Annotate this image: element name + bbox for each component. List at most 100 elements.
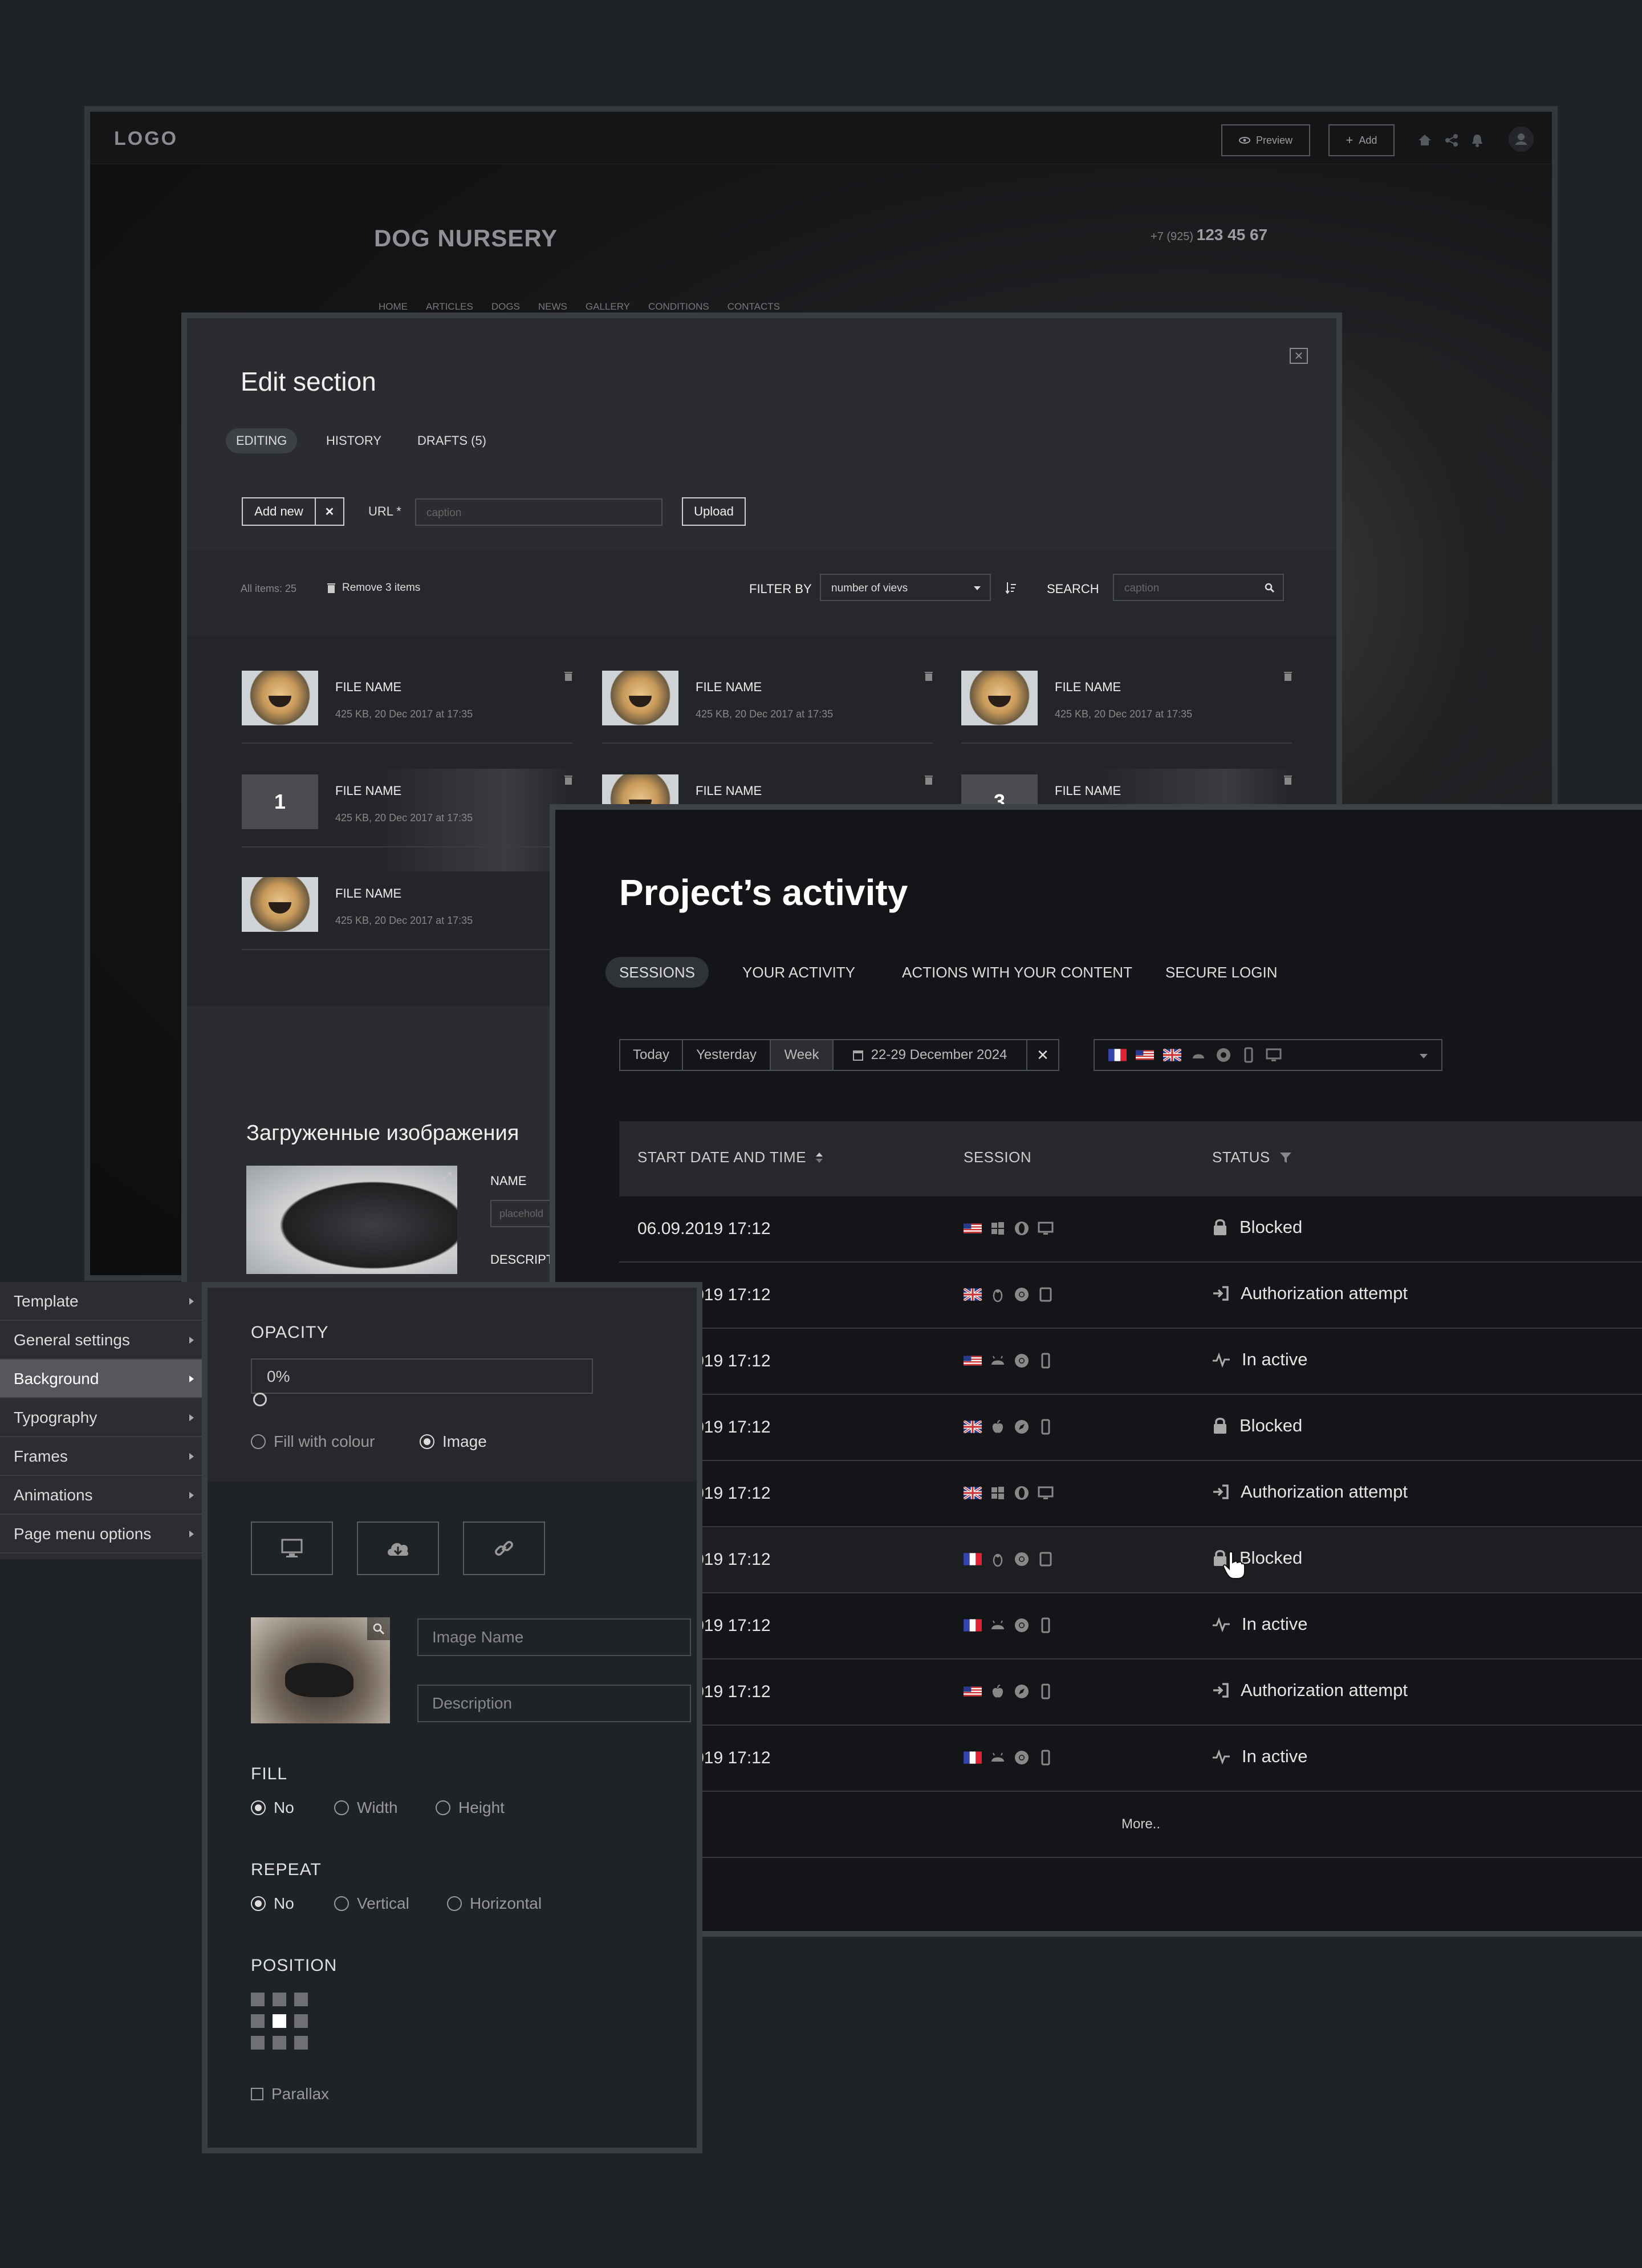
position-center[interactable] [273, 2014, 286, 2028]
filter-select[interactable]: number of vievs [820, 574, 991, 601]
repeat-no-radio[interactable]: No [251, 1894, 294, 1913]
tab-sessions[interactable]: SESSIONS [605, 957, 709, 988]
table-row[interactable]: 06.09.2019 17:12 Authorization attempt [619, 1263, 1642, 1329]
menu-item-template[interactable]: Template [0, 1282, 210, 1321]
tab-editing[interactable]: EDITING [226, 428, 298, 453]
fill-width-radio[interactable]: Width [334, 1799, 398, 1817]
file-card-selected[interactable]: 1 FILE NAME 425 KB, 20 Dec 2017 at 17:35 [242, 769, 572, 871]
nav-conditions[interactable]: CONDITIONS [648, 301, 709, 313]
chevron-right-icon [189, 1414, 194, 1421]
upload-button[interactable]: Upload [682, 497, 746, 526]
clear-date-icon[interactable]: ✕ [1026, 1039, 1059, 1071]
bell-icon[interactable] [1471, 133, 1484, 147]
session-filter-select[interactable] [1094, 1039, 1442, 1071]
url-input[interactable]: caption [415, 498, 663, 526]
position-middle-right[interactable] [294, 2014, 308, 2028]
menu-item-animations[interactable]: Animations [0, 1476, 210, 1515]
trash-icon[interactable] [925, 672, 933, 681]
table-row[interactable]: 06.09.2019 17:12 In active [619, 1329, 1642, 1395]
fill-height-radio[interactable]: Height [436, 1799, 505, 1817]
yesterday-button[interactable]: Yesterday [682, 1039, 770, 1071]
nav-dogs[interactable]: DOGS [491, 301, 520, 313]
tab-secure-login[interactable]: SECURE LOGIN [1152, 957, 1291, 988]
opacity-slider-handle[interactable] [253, 1393, 267, 1406]
cloud-upload-button[interactable] [357, 1522, 439, 1575]
week-button[interactable]: Week [770, 1039, 832, 1071]
position-top-left[interactable] [251, 1993, 265, 2006]
menu-item-typography[interactable]: Typography [0, 1398, 210, 1437]
home-icon[interactable] [1417, 133, 1432, 147]
nav-gallery[interactable]: GALLERY [586, 301, 630, 313]
column-session[interactable]: SESSION [964, 1149, 1031, 1166]
trash-icon[interactable] [1284, 776, 1292, 785]
parallax-checkbox[interactable]: Parallax [251, 2085, 329, 2103]
position-bottom-center[interactable] [273, 2036, 286, 2050]
trash-icon[interactable] [925, 776, 933, 785]
column-status[interactable]: STATUS [1212, 1149, 1292, 1166]
position-bottom-right[interactable] [294, 2036, 308, 2050]
nav-news[interactable]: NEWS [538, 301, 567, 313]
desktop-image-button[interactable] [251, 1522, 333, 1575]
column-start-date-label: START DATE AND TIME [637, 1149, 807, 1166]
description-input[interactable]: Description [417, 1685, 691, 1722]
expand-icon[interactable]: ⤢ [442, 1170, 452, 1183]
position-top-right[interactable] [294, 1993, 308, 2006]
menu-item-background[interactable]: Background [0, 1360, 210, 1398]
date-range-picker[interactable]: 22-29 December 2024 [832, 1039, 1026, 1071]
tab-history[interactable]: HISTORY [316, 428, 392, 453]
image-radio[interactable]: Image [420, 1433, 487, 1451]
chrome-icon [1015, 1552, 1029, 1566]
menu-item-page-menu-options[interactable]: Page menu options [0, 1515, 210, 1553]
image-name-input[interactable]: Image Name [417, 1618, 691, 1656]
table-row[interactable]: 06.09.2019 17:12 Authorization attempt [619, 1660, 1642, 1726]
clear-icon[interactable]: ✕ [316, 498, 343, 525]
table-row[interactable]: 06.09.2019 17:12 In active [619, 1726, 1642, 1792]
add-new-button[interactable]: Add new [243, 498, 316, 525]
table-row[interactable]: 06.09.2019 17:12 In active [619, 1593, 1642, 1660]
file-card[interactable]: FILE NAME 425 KB, 20 Dec 2017 at 17:35 [961, 665, 1292, 768]
menu-item-frames[interactable]: Frames [0, 1437, 210, 1476]
file-card[interactable]: FILE NAME 425 KB, 20 Dec 2017 at 17:35 [602, 665, 933, 768]
add-button[interactable]: + Add [1328, 124, 1395, 156]
tab-your-activity[interactable]: YOUR ACTIVITY [729, 957, 869, 988]
avatar[interactable] [1509, 127, 1534, 152]
zoom-icon[interactable] [367, 1617, 390, 1640]
fill-no-radio[interactable]: No [251, 1799, 294, 1817]
session-info [964, 1683, 1054, 1699]
name-input[interactable]: placehold [490, 1200, 559, 1227]
table-row[interactable]: 06.09.2019 17:12 Authorization attempt [619, 1461, 1642, 1527]
close-icon[interactable]: ✕ [1290, 348, 1308, 364]
menu-item-general-settings[interactable]: General settings [0, 1321, 210, 1360]
nav-articles[interactable]: ARTICLES [426, 301, 473, 313]
link-image-button[interactable] [463, 1522, 545, 1575]
position-middle-left[interactable] [251, 2014, 265, 2028]
position-bottom-left[interactable] [251, 2036, 265, 2050]
table-row[interactable]: 06.09.2019 17:12 Blocked [619, 1527, 1642, 1593]
file-card[interactable]: FILE NAME 425 KB, 20 Dec 2017 at 17:35 [242, 871, 572, 974]
trash-icon[interactable] [564, 776, 572, 785]
today-button[interactable]: Today [619, 1039, 682, 1071]
france-flag-icon [964, 1751, 982, 1764]
opacity-input[interactable]: 0% [251, 1358, 593, 1394]
table-row[interactable]: 06.09.2019 17:12 Blocked [619, 1196, 1642, 1263]
repeat-vertical-radio[interactable]: Vertical [334, 1894, 409, 1913]
file-meta: 425 KB, 20 Dec 2017 at 17:35 [335, 708, 473, 720]
trash-icon[interactable] [1284, 672, 1292, 681]
preview-button[interactable]: Preview [1221, 124, 1310, 156]
position-top-center[interactable] [273, 1993, 286, 2006]
nav-contacts[interactable]: CONTACTS [727, 301, 780, 313]
tab-actions-content[interactable]: ACTIONS WITH YOUR CONTENT [888, 957, 1146, 988]
search-input[interactable]: caption [1113, 574, 1284, 601]
nav-home[interactable]: HOME [379, 301, 408, 313]
tab-drafts[interactable]: DRAFTS (5) [407, 428, 497, 453]
file-card[interactable]: FILE NAME 425 KB, 20 Dec 2017 at 17:35 [242, 665, 572, 768]
fill-with-colour-radio[interactable]: Fill with colour [251, 1433, 375, 1451]
column-start-date[interactable]: START DATE AND TIME [637, 1149, 823, 1166]
table-row[interactable]: 06.09.2019 17:12 Blocked [619, 1395, 1642, 1461]
repeat-horizontal-radio[interactable]: Horizontal [447, 1894, 542, 1913]
more-button[interactable]: More.. [619, 1792, 1642, 1858]
trash-icon[interactable] [564, 672, 572, 681]
sort-icon[interactable] [1006, 582, 1017, 594]
remove-items-button[interactable]: Remove 3 items [327, 582, 420, 594]
share-icon[interactable] [1445, 133, 1458, 147]
